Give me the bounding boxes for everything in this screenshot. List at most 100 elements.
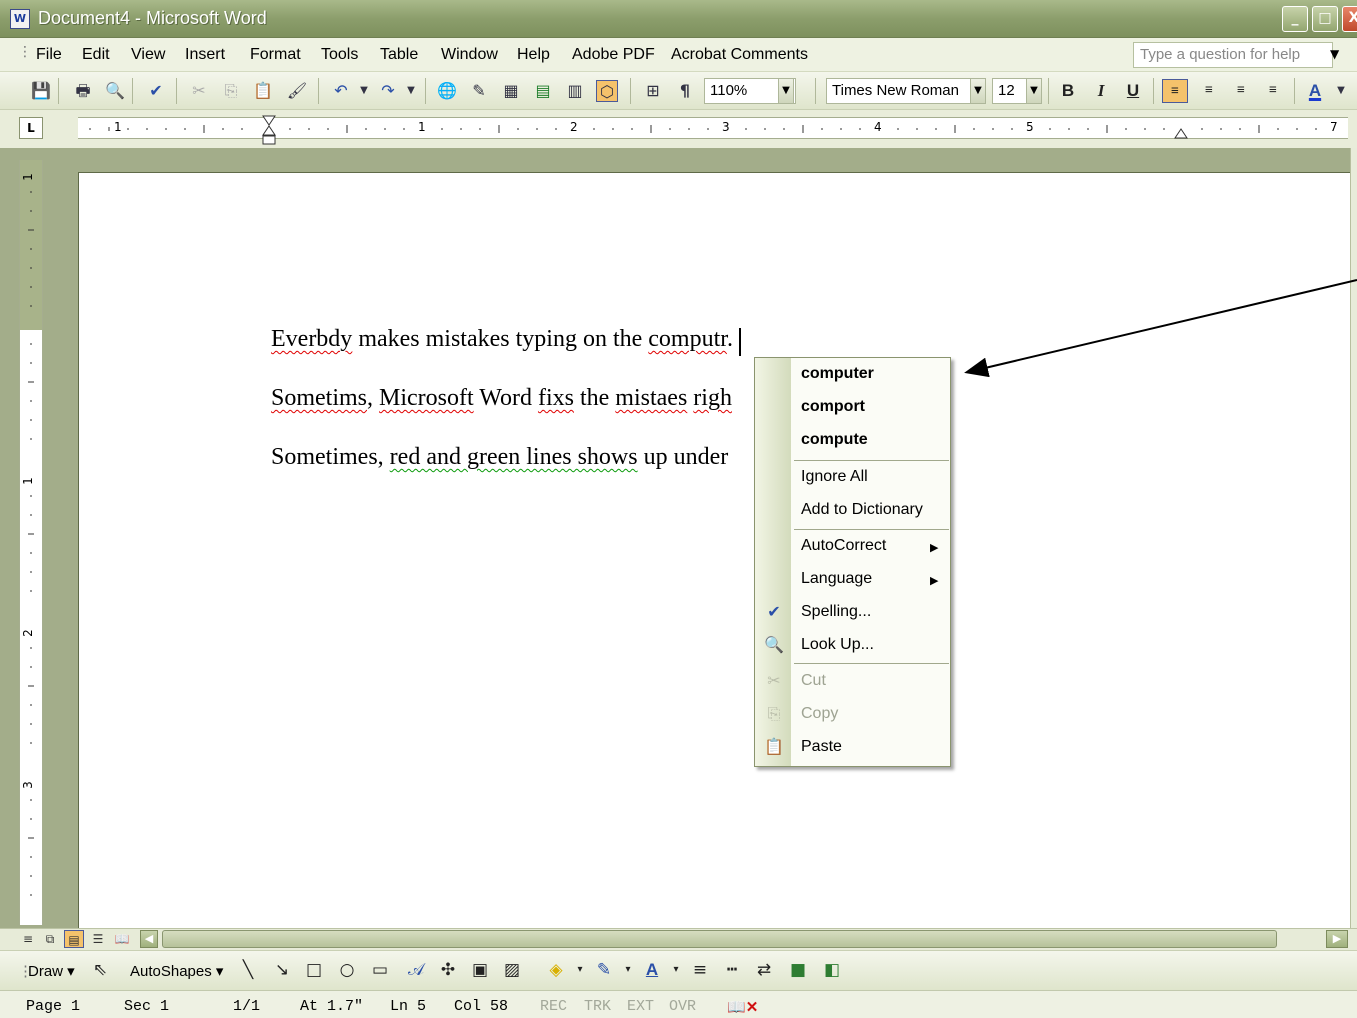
autoshapes-menu-button[interactable]: AutoShapes ▾: [130, 962, 223, 980]
format-painter-icon[interactable]: 🖌: [286, 80, 308, 102]
shadow-icon[interactable]: ■: [786, 958, 810, 982]
3d-icon[interactable]: ◧: [820, 958, 844, 982]
spelling-icon[interactable]: ✔: [145, 80, 167, 102]
wordart-icon[interactable]: 𝒜: [404, 958, 428, 982]
menu-table[interactable]: Table: [380, 46, 418, 64]
grammar-error[interactable]: red and green lines shows: [390, 444, 638, 470]
textbox-icon[interactable]: ▭: [368, 958, 392, 982]
misspelled-word[interactable]: Sometims: [271, 385, 367, 411]
web-layout-view-icon[interactable]: ⧉: [40, 930, 60, 948]
oval-icon[interactable]: ○: [335, 958, 359, 982]
italic-button[interactable]: I: [1088, 79, 1114, 103]
misspelled-word[interactable]: righ: [693, 385, 732, 411]
cut-item[interactable]: Cut: [801, 672, 826, 690]
document-line-2[interactable]: Sometims, Microsoft Word fixs the mistae…: [271, 385, 732, 412]
rectangle-icon[interactable]: □: [302, 958, 326, 982]
center-icon[interactable]: ≡: [1196, 79, 1222, 103]
menu-insert[interactable]: Insert: [185, 46, 225, 64]
font-size-dropdown-icon[interactable]: ▼: [1026, 78, 1042, 104]
misspelled-word[interactable]: Everbdy: [271, 326, 352, 352]
save-icon[interactable]: 💾: [30, 80, 52, 102]
arrow-icon[interactable]: ↘: [270, 958, 294, 982]
suggestion-computer[interactable]: computer: [801, 365, 874, 383]
tab-selector[interactable]: L: [19, 117, 43, 139]
clipart-icon[interactable]: ▣: [468, 958, 492, 982]
autocorrect-item[interactable]: AutoCorrect: [801, 537, 886, 555]
cut-icon[interactable]: ✂: [188, 80, 210, 102]
diagram-icon[interactable]: ✣: [436, 958, 460, 982]
dash-style-icon[interactable]: ┅: [720, 958, 744, 982]
status-track-changes[interactable]: TRK: [584, 998, 611, 1015]
paste-icon[interactable]: 📋: [252, 80, 274, 102]
misspelled-word[interactable]: mistaes: [615, 385, 687, 411]
font-color-dropdown-icon[interactable]: ▾: [664, 958, 688, 982]
font-color-dropdown-icon[interactable]: ▼: [1330, 80, 1352, 102]
help-search-input[interactable]: Type a question for help: [1133, 42, 1333, 68]
align-right-icon[interactable]: ≡: [1228, 79, 1254, 103]
misspelled-word[interactable]: Microsoft: [379, 385, 474, 411]
align-left-icon[interactable]: ≡: [1162, 79, 1188, 103]
menu-file[interactable]: File: [36, 46, 62, 64]
menu-window[interactable]: Window: [441, 46, 498, 64]
drawing-icon[interactable]: ⬡: [596, 80, 618, 102]
reading-layout-view-icon[interactable]: 📖: [112, 930, 132, 948]
draw-menu-button[interactable]: Draw ▾: [28, 962, 75, 980]
print-preview-icon[interactable]: 🔍: [104, 80, 126, 102]
hyperlink-icon[interactable]: 🌐: [436, 80, 458, 102]
line-icon[interactable]: ╲: [236, 958, 260, 982]
tables-borders-icon[interactable]: ✎: [468, 80, 490, 102]
line-color-icon[interactable]: ✎: [592, 958, 616, 982]
undo-dropdown-icon[interactable]: ▼: [353, 80, 375, 102]
menu-acrobat-comments[interactable]: Acrobat Comments: [671, 46, 808, 64]
show-hide-icon[interactable]: ¶: [674, 80, 696, 102]
add-to-dictionary-item[interactable]: Add to Dictionary: [801, 501, 923, 519]
arrow-style-icon[interactable]: ⇄: [752, 958, 776, 982]
status-extend[interactable]: EXT: [627, 998, 654, 1015]
columns-icon[interactable]: ▥: [564, 80, 586, 102]
paste-item[interactable]: Paste: [801, 738, 842, 756]
fill-color-icon[interactable]: ◈: [544, 958, 568, 982]
zoom-dropdown-icon[interactable]: ▼: [778, 78, 794, 104]
language-item[interactable]: Language: [801, 570, 872, 588]
print-icon[interactable]: 🖶: [72, 80, 94, 102]
document-map-icon[interactable]: ⊞: [642, 80, 664, 102]
help-dropdown-icon[interactable]: ▼: [1330, 47, 1339, 61]
misspelled-word[interactable]: fixs: [538, 385, 574, 411]
menu-tools[interactable]: Tools: [321, 46, 358, 64]
normal-view-icon[interactable]: ≡: [18, 930, 38, 948]
excel-icon[interactable]: ▤: [532, 80, 554, 102]
copy-item[interactable]: Copy: [801, 705, 838, 723]
vertical-scrollbar[interactable]: [1350, 148, 1357, 928]
document-line-1[interactable]: Everbdy makes mistakes typing on the com…: [271, 326, 733, 353]
bold-button[interactable]: B: [1055, 79, 1081, 103]
minimize-icon[interactable]: _: [1282, 6, 1308, 32]
copy-icon[interactable]: ⎘: [220, 80, 242, 102]
font-name-select[interactable]: Times New Roman: [826, 78, 986, 104]
table-icon[interactable]: ▦: [500, 80, 522, 102]
close-icon[interactable]: X: [1342, 6, 1357, 32]
spelling-item[interactable]: Spelling...: [801, 603, 871, 621]
outline-view-icon[interactable]: ☰: [88, 930, 108, 948]
misspelled-word[interactable]: computr: [648, 326, 727, 352]
font-color-icon[interactable]: A: [640, 958, 664, 982]
maximize-icon[interactable]: □: [1312, 6, 1338, 32]
picture-icon[interactable]: ▨: [500, 958, 524, 982]
undo-icon[interactable]: ↶: [330, 80, 352, 102]
font-name-dropdown-icon[interactable]: ▼: [970, 78, 986, 104]
ignore-all-item[interactable]: Ignore All: [801, 468, 868, 486]
scroll-right-icon[interactable]: ▶: [1326, 930, 1348, 948]
menu-help[interactable]: Help: [517, 46, 550, 64]
grip-icon[interactable]: ⋮: [18, 44, 32, 60]
font-color-icon[interactable]: A: [1302, 79, 1328, 103]
redo-dropdown-icon[interactable]: ▼: [400, 80, 422, 102]
select-objects-icon[interactable]: ⇖: [88, 958, 112, 982]
scroll-left-icon[interactable]: ◀: [140, 930, 158, 948]
fill-color-dropdown-icon[interactable]: ▾: [568, 958, 592, 982]
redo-icon[interactable]: ↷: [377, 80, 399, 102]
justify-icon[interactable]: ≡: [1260, 79, 1286, 103]
menu-format[interactable]: Format: [250, 46, 301, 64]
horizontal-scrollbar-thumb[interactable]: [162, 930, 1277, 948]
document-line-3[interactable]: Sometimes, red and green lines shows up …: [271, 444, 728, 471]
menu-edit[interactable]: Edit: [82, 46, 110, 64]
line-style-icon[interactable]: ≡: [688, 958, 712, 982]
